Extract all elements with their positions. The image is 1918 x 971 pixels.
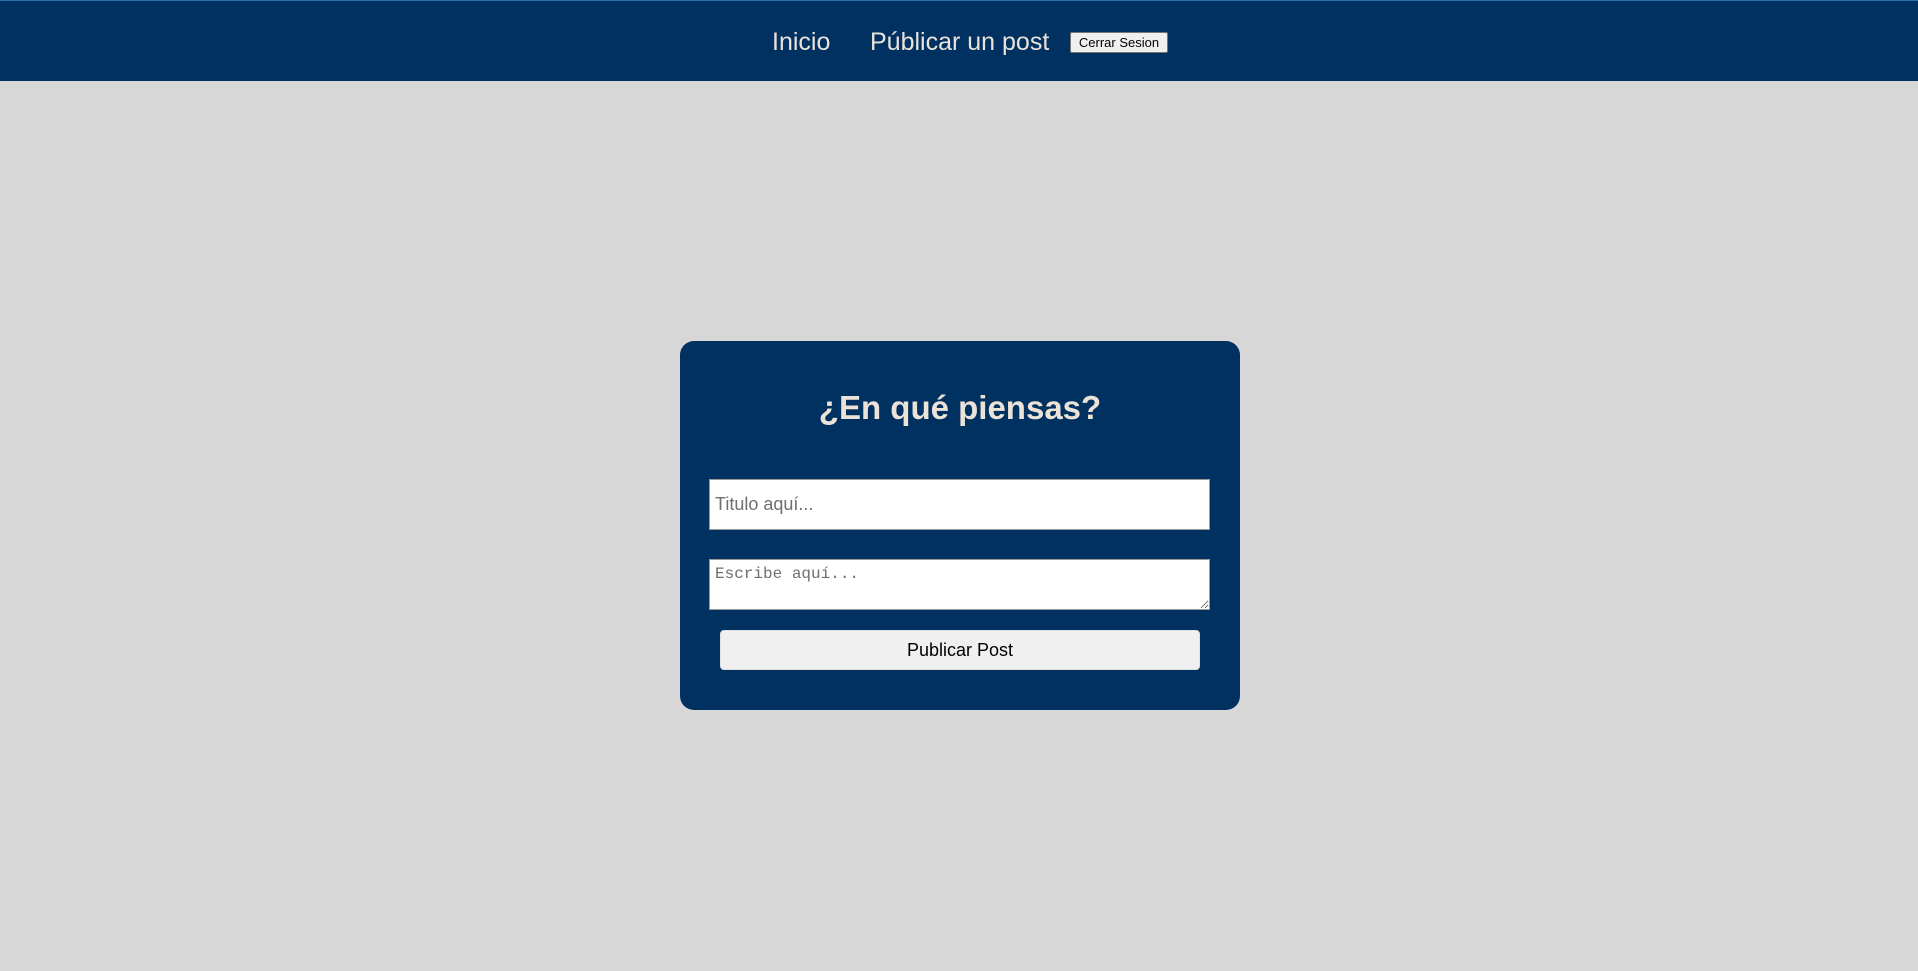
publish-post-button[interactable]: Publicar Post — [720, 630, 1200, 670]
navbar: Inicio Públicar un post Cerrar Sesion — [0, 0, 1918, 81]
form-heading: ¿En qué piensas? — [818, 389, 1102, 426]
new-post-form: ¿En qué piensas? Publicar Post — [680, 341, 1240, 710]
nav-link-home[interactable]: Inicio — [772, 27, 830, 57]
post-title-input[interactable] — [709, 479, 1210, 530]
post-body-textarea[interactable] — [709, 559, 1210, 610]
nav-link-publish-post[interactable]: Públicar un post — [870, 27, 1049, 57]
logout-button[interactable]: Cerrar Sesion — [1070, 32, 1168, 53]
